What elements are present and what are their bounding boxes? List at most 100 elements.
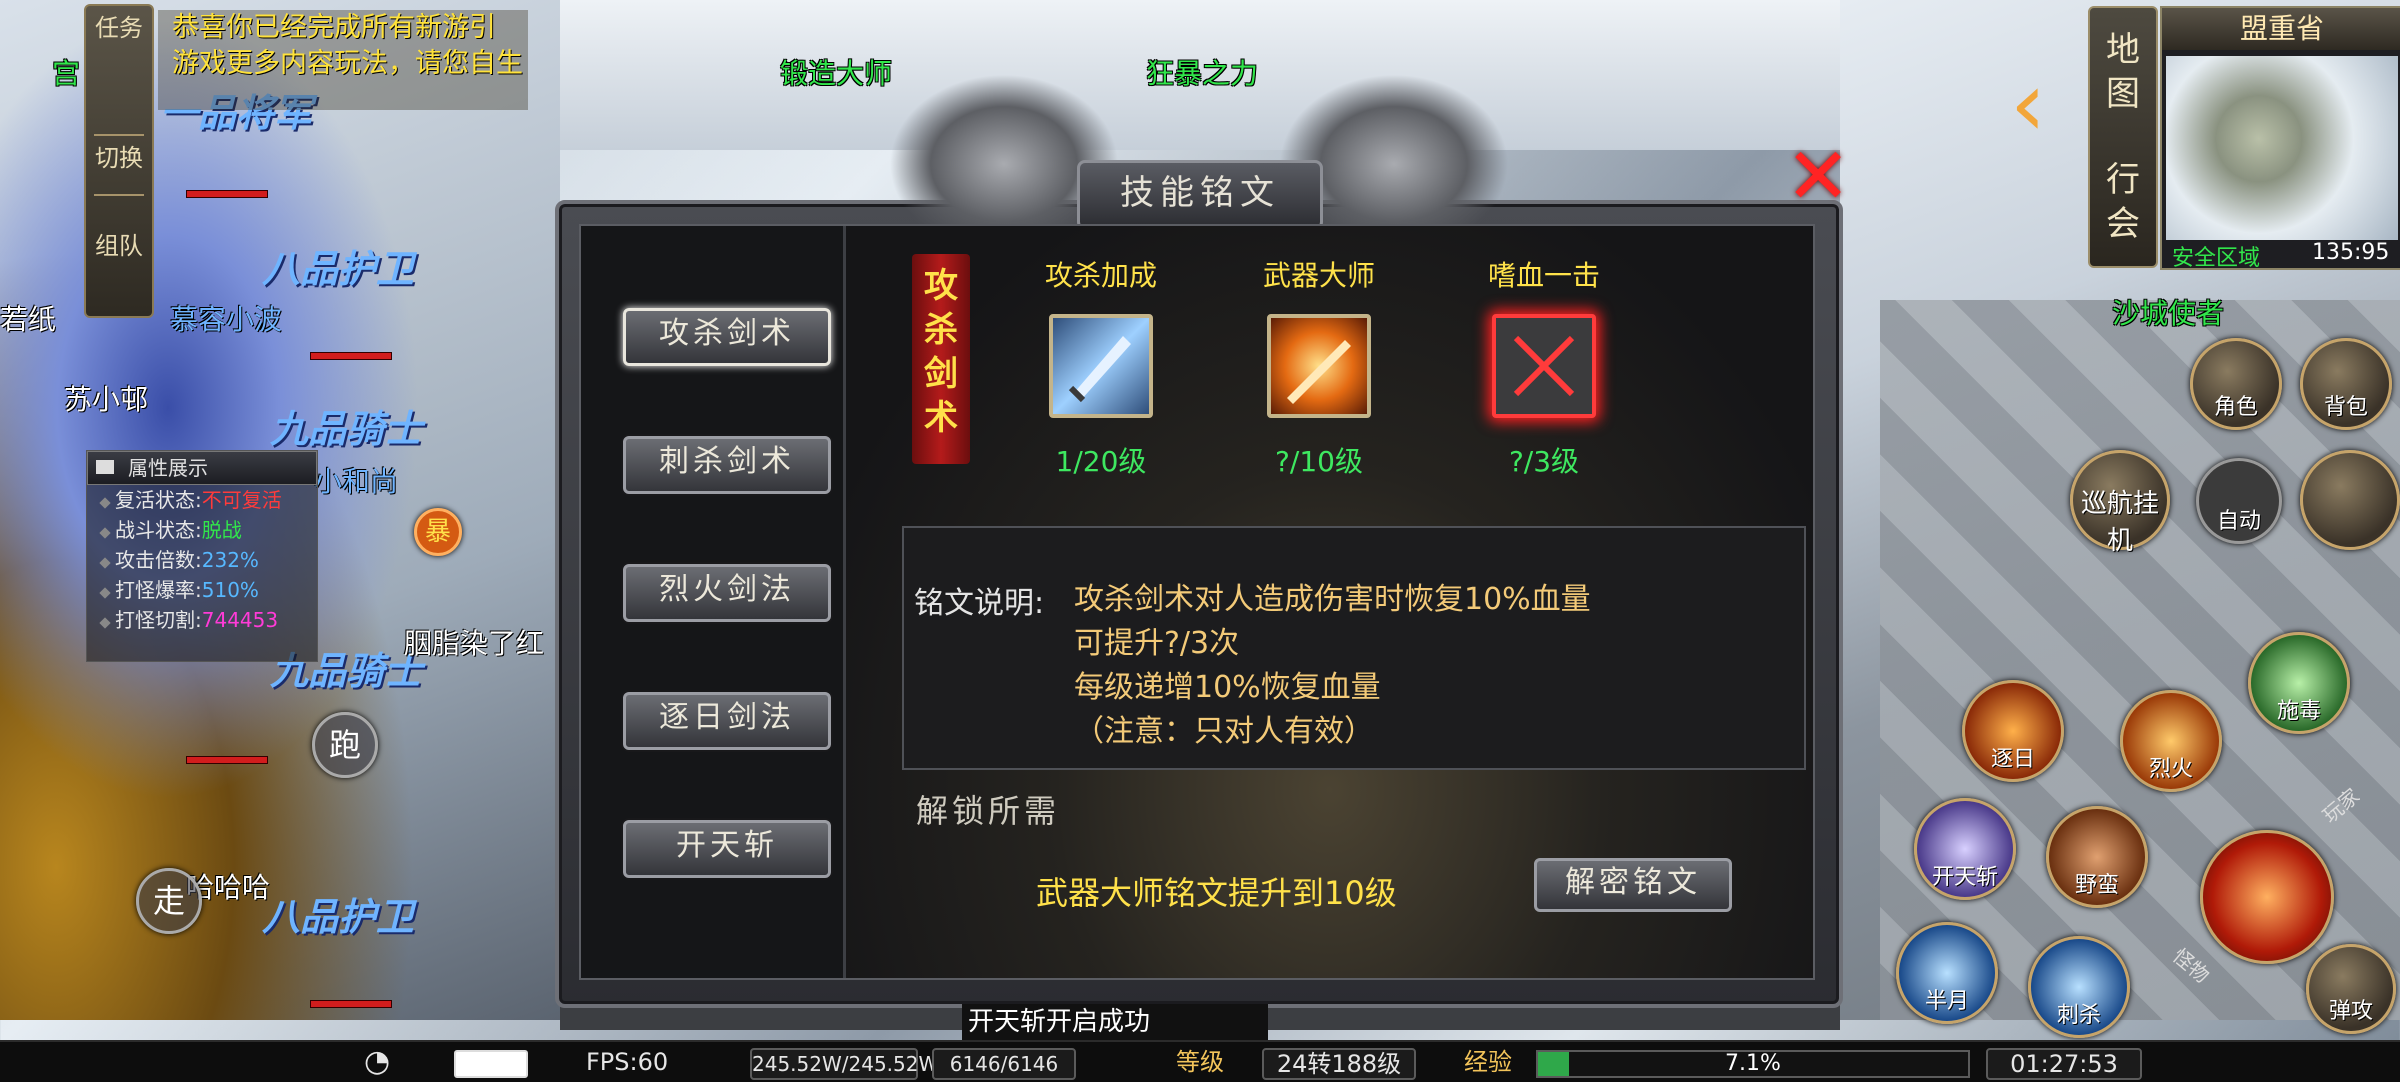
role-button[interactable]: 角色: [2190, 338, 2282, 430]
minimap-view[interactable]: [2166, 56, 2398, 240]
monster-label-3[interactable]: 九品骑士: [270, 398, 422, 453]
rune-level: ?/3级: [1508, 445, 1580, 478]
exp-percent: 7.1%: [1725, 1051, 1781, 1076]
quest-notice[interactable]: 恭喜你已经完成所有新游引 游戏更多内容玩法，请您自生: [158, 10, 528, 110]
npc-label-sand-city-envoy[interactable]: 沙城使者: [2112, 292, 2224, 332]
rune-name: 嗜血一击: [1487, 259, 1600, 292]
attribute-row: 复活状态:不可复活: [87, 485, 317, 515]
bag-button[interactable]: 背包: [2300, 338, 2392, 430]
skill-banner: 攻杀剑术: [912, 254, 970, 464]
attribute-value: 510%: [201, 578, 259, 602]
banner-char: 杀: [924, 310, 958, 350]
hp-readout: 245.52W/245.52W: [750, 1048, 938, 1080]
skill-tab-liehuo[interactable]: 烈火剑法: [623, 564, 831, 622]
exp-label: 经验: [1464, 1048, 1512, 1076]
team-tab[interactable]: 组队: [86, 232, 152, 260]
skill-tab-kaitian[interactable]: 开天斩: [623, 820, 831, 878]
walk-button[interactable]: 走: [136, 868, 202, 934]
rune-name: 攻杀加成: [1044, 259, 1157, 292]
player-label-2: 慕容小波: [170, 303, 283, 336]
banner-char: 剑: [924, 354, 958, 394]
unlock-title: 解锁所需: [916, 792, 1061, 830]
attribute-row: 战斗状态:脱战: [87, 515, 317, 545]
guild-button[interactable]: 行会: [2090, 158, 2156, 246]
attribute-value: 不可复活: [201, 488, 282, 512]
rune-blood-strike[interactable]: 嗜血一击 ?/3级: [1449, 254, 1639, 480]
role-label: 角色: [2213, 395, 2258, 420]
npc-label-forging[interactable]: 锻造大师: [780, 52, 892, 92]
compass-button[interactable]: [2300, 450, 2400, 550]
skill-liehuo-button[interactable]: 烈火: [2120, 690, 2222, 792]
hp-bar: [186, 756, 268, 764]
bullet-icon: [99, 527, 111, 539]
region-name: 盟重省: [2162, 8, 2400, 50]
skill-cisha-button[interactable]: 刺杀: [2028, 936, 2130, 1038]
player-label-3: 苏小邨: [64, 383, 149, 416]
blood-strike-icon[interactable]: [1492, 314, 1596, 418]
exp-bar: 7.1%: [1536, 1050, 1970, 1078]
task-tab[interactable]: 任务: [86, 14, 152, 42]
system-toast: 开天斩开启成功: [962, 1004, 1268, 1040]
side-tab-column: 任务 切换 组队: [84, 4, 154, 318]
skill-tab-gongsha[interactable]: 攻杀剑术: [623, 308, 831, 366]
desc-line: 每级递增10%恢复血量: [1074, 670, 1381, 705]
hp-bar: [186, 190, 268, 198]
safe-zone-label: 安全区域: [2172, 246, 2261, 271]
skill-yeman-button[interactable]: 野蛮: [2046, 806, 2148, 908]
skill-zhuri-button[interactable]: 逐日: [1962, 680, 2064, 782]
unlock-requirement: 武器大师铭文提升到10级: [1036, 874, 1397, 912]
desc-lines: 攻杀剑术对人造成伤害时恢复10%血量 可提升?/3次 每级递增10%恢复血量 （…: [1074, 578, 1591, 754]
banner-char: 攻: [924, 266, 958, 306]
attribute-key: 复活状态:: [115, 488, 202, 512]
close-x-icon[interactable]: ✕: [1783, 138, 1853, 216]
bullet-icon: [99, 557, 111, 569]
attribute-row: 打怪爆率:510%: [87, 575, 317, 605]
map-guild-buttons: 地图 行会: [2088, 6, 2158, 268]
status-bar: ◔ FPS:60 245.52W/245.52W 6146/6146 等级 24…: [0, 1040, 2400, 1082]
attribute-row: 打怪切割:744453: [87, 605, 317, 635]
skill-banyue-button[interactable]: 半月: [1896, 922, 1998, 1024]
rune-level: 1/20级: [1055, 445, 1147, 478]
attribute-panel-title[interactable]: 属性展示: [87, 451, 317, 485]
bullet-icon: [99, 497, 111, 509]
skill-label: 开天斩: [1931, 865, 1998, 890]
monster-label-2[interactable]: 八品护卫: [262, 238, 414, 293]
divider: [94, 194, 144, 196]
attribute-key: 攻击倍数:: [115, 548, 202, 572]
map-button[interactable]: 地图: [2090, 28, 2156, 116]
fire-sword-icon[interactable]: [1267, 314, 1371, 418]
skill-rune-dialog: 技能铭文 ✕ 攻杀剑术 刺杀剑术 烈火剑法 逐日剑法 开天斩 攻杀剑术 攻杀加成…: [555, 74, 1851, 1008]
main-attack-button[interactable]: [2200, 830, 2334, 964]
skill-label: 烈火: [2148, 757, 2193, 782]
skill-tangong-button[interactable]: 弹攻: [2306, 944, 2396, 1034]
minimap-footer: 安全区域 135:95: [2162, 240, 2400, 271]
collapse-icon[interactable]: [96, 460, 114, 474]
dialog-body: 攻杀剑术 刺杀剑术 烈火剑法 逐日剑法 开天斩 攻杀剑术 攻杀加成 1/20级 …: [579, 224, 1815, 980]
player-label-4: 小和尚: [314, 465, 399, 498]
rune-weapon-master[interactable]: 武器大师 ?/10级: [1224, 254, 1414, 480]
attribute-row: 攻击倍数:232%: [87, 545, 317, 575]
npc-label-berserk[interactable]: 狂暴之力: [1146, 52, 1258, 92]
unlock-rune-button[interactable]: 解密铭文: [1534, 858, 1732, 912]
monster-label-5[interactable]: 八品护卫: [262, 886, 414, 941]
skill-kaitian-button[interactable]: 开天斩: [1914, 798, 2016, 900]
auto-hang-button[interactable]: 巡航挂机: [2070, 450, 2170, 556]
mp-readout: 6146/6146: [932, 1048, 1076, 1080]
rune-attack-bonus[interactable]: 攻杀加成 1/20级: [1006, 254, 1196, 480]
skill-tab-cisha[interactable]: 刺杀剑术: [623, 436, 831, 494]
attribute-key: 打怪切割:: [115, 608, 202, 632]
switch-tab[interactable]: 切换: [86, 144, 152, 172]
skill-poison-button[interactable]: 施毒: [2248, 632, 2350, 734]
auto-button[interactable]: 自动: [2196, 458, 2282, 544]
chevron-left-icon[interactable]: ‹: [2010, 60, 2046, 150]
attribute-key: 打怪爆率:: [115, 578, 202, 602]
bullet-icon: [99, 617, 111, 629]
minimap[interactable]: 盟重省 安全区域 135:95: [2160, 6, 2400, 271]
run-button[interactable]: 跑: [312, 712, 378, 778]
banner-text: 攻杀剑术: [912, 264, 970, 440]
skill-list: 攻杀剑术 刺杀剑术 烈火剑法 逐日剑法 开天斩: [581, 226, 846, 978]
blade-icon[interactable]: [1049, 314, 1153, 418]
notice-line-2: 游戏更多内容玩法，请您自生: [172, 48, 523, 79]
rune-level: ?/10级: [1275, 445, 1363, 478]
skill-tab-zhuri[interactable]: 逐日剑法: [623, 692, 831, 750]
